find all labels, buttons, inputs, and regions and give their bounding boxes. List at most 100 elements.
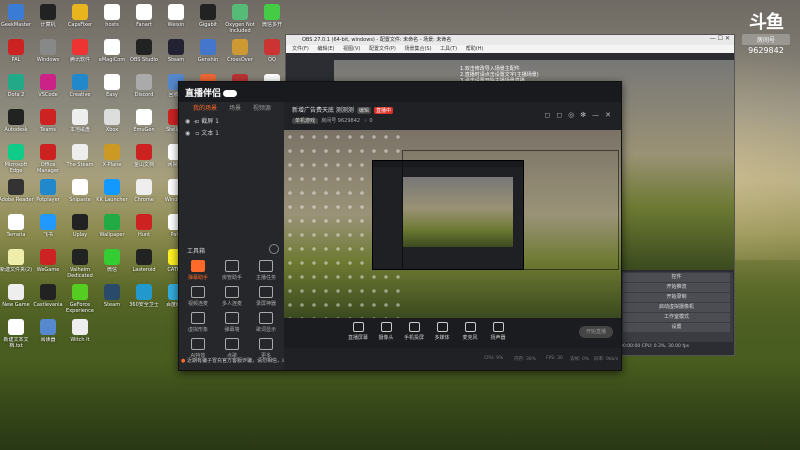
desktop-icon[interactable]: X-Plane [96, 142, 128, 178]
desktop-icon[interactable]: Hunt [128, 212, 160, 248]
desktop-icon[interactable]: CapsFixer [64, 2, 96, 38]
desktop-icon[interactable]: hosts [96, 2, 128, 38]
desktop-icon[interactable]: 本地磁盘 [64, 107, 96, 143]
chat-icon[interactable]: ◻ [556, 111, 568, 119]
desktop-icon[interactable]: PAL [0, 37, 32, 73]
start-streaming-button[interactable]: 开始推流 [623, 283, 730, 292]
tool-button[interactable]: 弹幕助手 [183, 260, 213, 288]
scene-item[interactable]: ◉ ▫ 截屏 1 [179, 116, 284, 128]
desktop-icon[interactable]: Potplayer [32, 177, 64, 213]
obs-window-controls[interactable]: — ☐ ✕ [710, 35, 730, 42]
gift-icon[interactable]: ◻ [545, 111, 557, 119]
settings-icon[interactable]: ✻ [580, 111, 592, 119]
desktop-icon[interactable]: 阅读器 [32, 317, 64, 353]
desktop-icon[interactable]: Fanart [128, 2, 160, 38]
desktop-icon[interactable]: 360安全卫士 [128, 282, 160, 318]
desktop-icon[interactable]: GeekMaster [0, 2, 32, 38]
tool-button[interactable]: 多人连麦 [217, 286, 247, 314]
tab-scenes[interactable]: 场景 [229, 105, 241, 112]
close-icon[interactable]: ✕ [605, 111, 617, 119]
obs-menu-profile[interactable]: 配置文件(P) [369, 46, 396, 52]
toolbox-more-icon[interactable] [269, 244, 279, 254]
desktop-icon[interactable]: Teams [32, 107, 64, 143]
tool-button[interactable]: 视频连麦 [183, 286, 213, 314]
desktop-icon[interactable]: Gigabit [192, 2, 224, 38]
camera-button[interactable]: 摄像头 [372, 322, 400, 341]
desktop-icon[interactable]: Terraria [0, 212, 32, 248]
desktop-icon[interactable]: Weixin [160, 2, 192, 38]
share-icon[interactable]: ◎ [568, 111, 580, 119]
desktop-icon[interactable]: Steam [96, 282, 128, 318]
minimize-icon[interactable]: — [592, 111, 605, 119]
desktop-icon[interactable]: Office Manager [32, 142, 64, 178]
speaker-button[interactable]: 扬声器 [484, 322, 512, 341]
eye-icon[interactable]: ◉ [185, 130, 190, 137]
obs-titlebar[interactable]: OBS 27.0.1 (64-bit, windows) - 配置文件: 未命名… [286, 35, 734, 45]
desktop-icon[interactable]: 新建文本文档.txt [0, 317, 32, 353]
desktop-icon[interactable]: 腾讯软件 [64, 37, 96, 73]
desktop-icon[interactable]: QQ [256, 37, 288, 73]
desktop-icon[interactable]: 微信多开 [256, 2, 288, 38]
desktop-icon[interactable]: Lasteroid [128, 247, 160, 283]
room-title[interactable]: 新增广告费天底 测测测 编辑 直播中 [292, 105, 393, 114]
tool-button[interactable]: 弹幕墙 [217, 312, 247, 340]
desktop-icon[interactable]: Chrome [128, 177, 160, 213]
start-recording-button[interactable]: 开始录制 [623, 293, 730, 302]
tool-button[interactable]: 房管助手 [217, 260, 247, 288]
logo-toggle-icon[interactable] [223, 90, 238, 97]
streamer-app-window[interactable]: 直播伴侣 我的场景 场景 视频源 + ◉ ▫ 截屏 1 ◉ ▫ 文本 1 工具箱 弹… [178, 81, 622, 371]
obs-menu-help[interactable]: 帮助(H) [466, 46, 484, 52]
edit-tag[interactable]: 编辑 [356, 107, 371, 114]
desktop-icon[interactable]: Snipaste [64, 177, 96, 213]
desktop-icon[interactable]: Creative [64, 72, 96, 108]
desktop-icon[interactable]: Xbox [96, 107, 128, 143]
obs-menu-file[interactable]: 文件(F) [292, 46, 309, 52]
scene-item[interactable]: ◉ ▫ 文本 1 [179, 128, 284, 140]
settings-button[interactable]: 设置 [623, 323, 730, 332]
desktop-icon[interactable]: Dota 2 [0, 72, 32, 108]
desktop-icon[interactable]: OBS Studio [128, 37, 160, 73]
desktop-icon[interactable]: The Steam [64, 142, 96, 178]
desktop-icon[interactable]: Steam [160, 37, 192, 73]
obs-menu-scene-collection[interactable]: 场景集合(S) [404, 46, 431, 52]
desktop-icon[interactable]: GeForce Experience [64, 282, 96, 318]
desktop-icon[interactable]: Easy [96, 72, 128, 108]
desktop-icon[interactable]: Adobe Reader [0, 177, 34, 213]
desktop-icon[interactable]: New Game [0, 282, 32, 318]
obs-menu-edit[interactable]: 编辑(E) [317, 46, 334, 52]
room-category[interactable]: 单机游戏 [292, 118, 319, 124]
tool-button[interactable]: 主播任务 [251, 260, 281, 288]
desktop-icon[interactable]: Uplay [64, 212, 96, 248]
tab-my-scenes[interactable]: 我的场景 [193, 105, 217, 112]
go-live-button[interactable]: 开始直播 [579, 326, 613, 338]
desktop-icon[interactable]: Wallpaper [96, 212, 128, 248]
preview-canvas[interactable] [284, 130, 621, 318]
desktop-icon[interactable]: Discord [128, 72, 160, 108]
tab-sources[interactable]: 视频源 [253, 105, 271, 112]
obs-menu-tools[interactable]: 工具(T) [440, 46, 457, 52]
desktop-icon[interactable]: Valheim Dedicated [64, 247, 96, 283]
desktop-icon[interactable]: Autodesk [0, 107, 32, 143]
tool-button[interactable]: 录屏神器 [251, 286, 281, 314]
desktop-icon[interactable]: VSCode [32, 72, 64, 108]
desktop-icon[interactable]: 飞书 [32, 212, 64, 248]
desktop-icon[interactable]: WeGame [32, 247, 64, 283]
microphone-button[interactable]: 麦克风 [456, 322, 484, 341]
tool-button[interactable]: 虚拟形象 [183, 312, 213, 340]
desktop-icon[interactable]: KK Launcher [96, 177, 128, 213]
desktop-icon[interactable]: Witch It [64, 317, 96, 353]
desktop-icon[interactable]: EmuGen [128, 107, 160, 143]
media-button[interactable]: 多媒体 [428, 322, 456, 341]
desktop-icon[interactable]: 金山文档 [128, 142, 160, 178]
desktop-icon[interactable]: eMagiCom [96, 37, 128, 73]
phone-cast-button[interactable]: 手机投屏 [400, 322, 428, 341]
desktop-icon[interactable]: Genshin [192, 37, 224, 73]
studio-mode-button[interactable]: 工作室模式 [623, 313, 730, 322]
virtual-camera-button[interactable]: 启动虚拟摄像机 [623, 303, 730, 312]
tool-button[interactable]: 歌词显示 [251, 312, 281, 340]
desktop-icon[interactable]: Castlevania [32, 282, 64, 318]
eye-icon[interactable]: ◉ [185, 118, 190, 125]
desktop-icon[interactable]: Windows [32, 37, 64, 73]
obs-menu-view[interactable]: 视图(V) [343, 46, 360, 52]
desktop-icon[interactable]: 计算机 [32, 2, 64, 38]
